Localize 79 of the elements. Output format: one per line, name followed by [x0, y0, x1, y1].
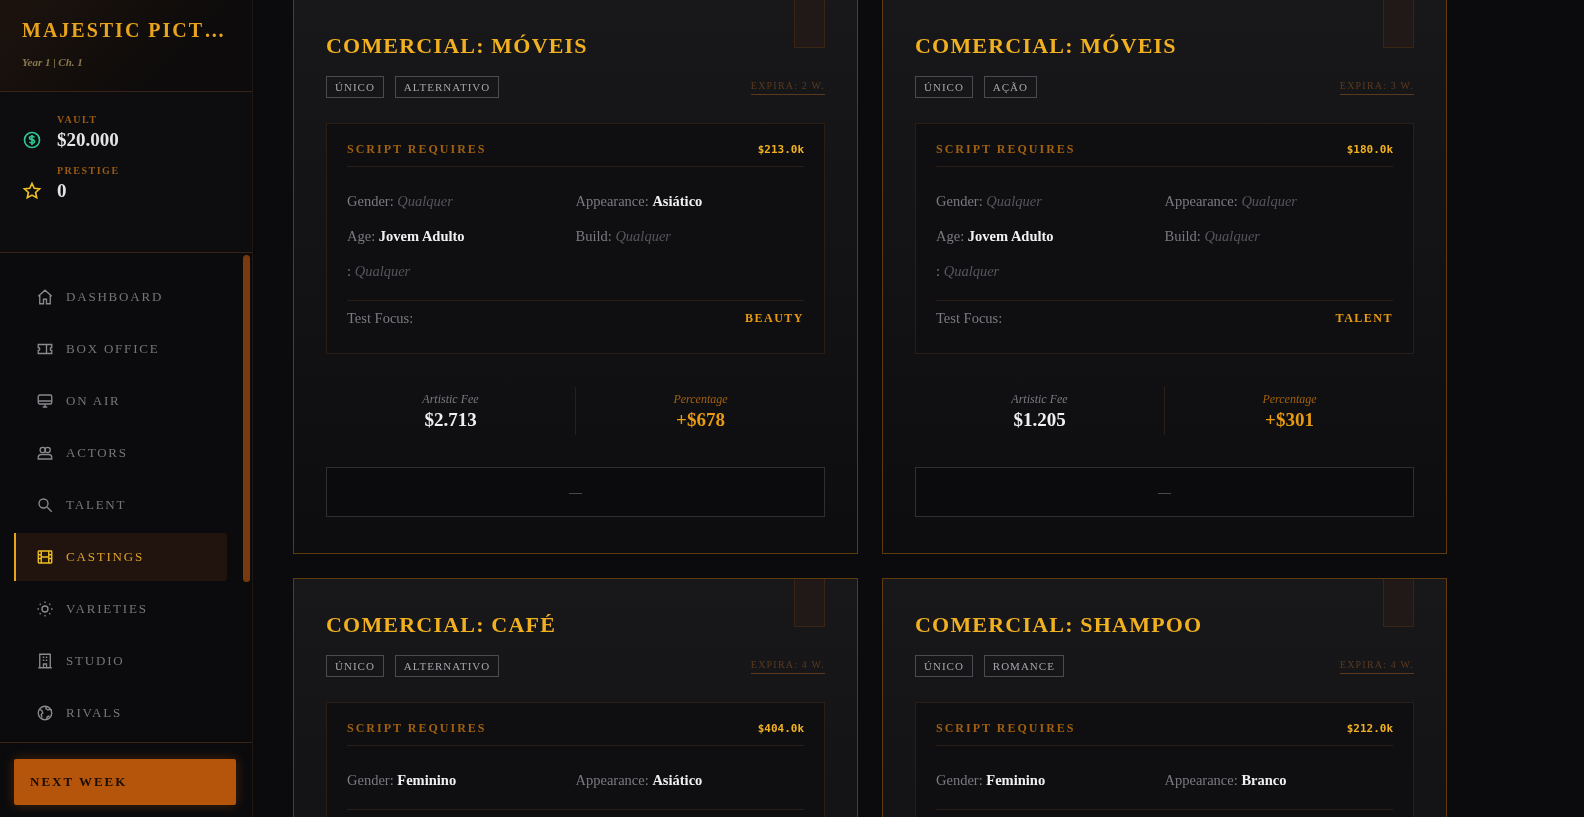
action-button[interactable]: —: [326, 467, 825, 517]
percentage-label: Percentage: [673, 391, 728, 407]
test-focus-label: Test Focus:: [936, 310, 1003, 327]
requirement-field: Appearance: Asiático: [575, 191, 804, 211]
expiry-label: EXPIRA: 4 W.: [750, 658, 825, 674]
budget-amount: $180.0k: [1346, 143, 1393, 156]
scrollbar-thumb[interactable]: [243, 255, 250, 582]
casting-title: COMERCIAL: CAFÉ: [326, 611, 558, 639]
requirements-heading: SCRIPT REQUIRES: [936, 721, 1076, 736]
dollar-icon: [22, 129, 42, 150]
nav-item[interactable]: BOX OFFICE: [14, 325, 227, 373]
requirement-field: Gender: Feminino: [936, 770, 1165, 790]
stat-label: VAULT: [57, 114, 99, 125]
nav-item[interactable]: TALENT: [14, 481, 227, 529]
nav-item[interactable]: CASTINGS: [14, 533, 227, 581]
requirement-field: Build: Qualquer: [575, 226, 804, 246]
genre-tag: AÇÃO: [983, 76, 1037, 98]
fee-amount: $1.205: [1013, 408, 1066, 431]
requirement-field: : Qualquer: [936, 261, 1165, 281]
expiry-label: EXPIRA: 2 W.: [750, 79, 825, 95]
requirement-field: Gender: Qualquer: [936, 191, 1165, 211]
action-button[interactable]: —: [915, 467, 1414, 517]
genre-tag: ÚNICO: [326, 655, 384, 677]
genre-tag: ÚNICO: [915, 655, 973, 677]
stat-value: 0: [57, 180, 68, 202]
monitor-icon: [36, 392, 54, 410]
requirements-heading: SCRIPT REQUIRES: [347, 721, 487, 736]
requirements-heading: SCRIPT REQUIRES: [347, 142, 487, 157]
people-icon: [36, 444, 54, 462]
year-chapter: Year 1 | Ch. 1: [22, 56, 84, 68]
stat-value: $20.000: [57, 129, 119, 151]
casting-title: COMERCIAL: MÓVEIS: [326, 32, 589, 60]
globe-icon: [36, 704, 54, 722]
fee-label: Artistic Fee: [422, 391, 479, 407]
percentage-amount: +$678: [676, 408, 725, 431]
budget-amount: $213.0k: [757, 143, 804, 156]
search-icon: [36, 496, 54, 514]
casting-title: COMERCIAL: MÓVEIS: [915, 32, 1178, 60]
percentage-amount: +$301: [1265, 408, 1314, 431]
genre-tag: ALTERNATIVO: [394, 76, 500, 98]
nav-item[interactable]: DASHBOARD: [14, 273, 227, 321]
building-icon: [36, 652, 54, 670]
requirement-field: Gender: Feminino: [347, 770, 576, 790]
budget-amount: $212.0k: [1346, 722, 1393, 735]
requirement-field: Appearance: Branco: [1164, 770, 1393, 790]
nav-item[interactable]: ON AIR: [14, 377, 227, 425]
studio-title: MAJESTIC PICT…: [22, 18, 228, 43]
requirement-field: Age: Jovem Adulto: [347, 226, 576, 246]
requirements-heading: SCRIPT REQUIRES: [936, 142, 1076, 157]
stat-label: PRESTIGE: [57, 165, 120, 176]
fee-label: Artistic Fee: [1011, 391, 1068, 407]
test-focus-label: Test Focus:: [347, 310, 414, 327]
next-week-button[interactable]: NEXT WEEK: [14, 759, 236, 805]
requirement-field: Age: Jovem Adulto: [936, 226, 1165, 246]
genre-tag: ÚNICO: [326, 76, 384, 98]
requirement-field: : Qualquer: [347, 261, 576, 281]
sun-icon: [36, 600, 54, 618]
star-icon: [22, 180, 42, 201]
requirement-field: Appearance: Asiático: [575, 770, 804, 790]
expiry-label: EXPIRA: 3 W.: [1339, 79, 1414, 95]
nav-item[interactable]: RIVALS: [14, 689, 227, 737]
nav-item[interactable]: STUDIO: [14, 637, 227, 685]
casting-title: COMERCIAL: SHAMPOO: [915, 611, 1204, 639]
nav-item[interactable]: ACTORS: [14, 429, 227, 477]
percentage-label: Percentage: [1262, 391, 1317, 407]
requirement-field: Build: Qualquer: [1164, 226, 1393, 246]
expiry-label: EXPIRA: 4 W.: [1339, 658, 1414, 674]
nav-item[interactable]: VARIETIES: [14, 585, 227, 633]
requirement-field: Gender: Qualquer: [347, 191, 576, 211]
genre-tag: ROMANCE: [983, 655, 1064, 677]
fee-amount: $2.713: [424, 408, 477, 431]
house-icon: [36, 288, 54, 306]
test-focus-value: TALENT: [1335, 311, 1393, 326]
genre-tag: ALTERNATIVO: [394, 655, 500, 677]
test-focus-value: BEAUTY: [745, 311, 804, 326]
budget-amount: $404.0k: [757, 722, 804, 735]
requirement-field: Appearance: Qualquer: [1164, 191, 1393, 211]
film-icon: [36, 548, 54, 566]
genre-tag: ÚNICO: [915, 76, 973, 98]
